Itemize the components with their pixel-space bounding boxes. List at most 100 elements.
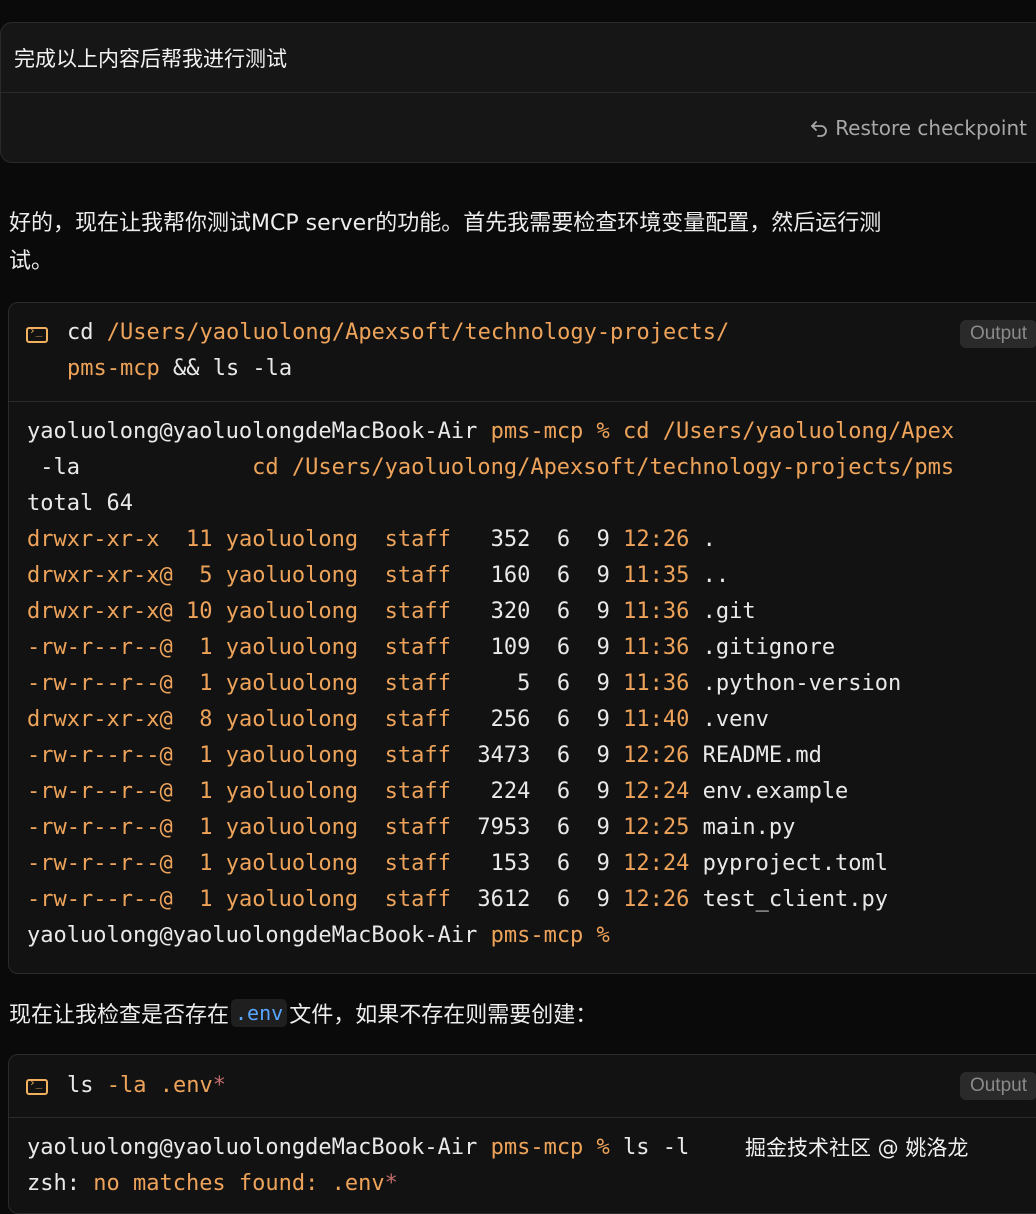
terminal-icon: [26, 1076, 48, 1095]
file-row: drwxr-xr-x@ 5 yaoluolong staff 160 6 9 1…: [27, 558, 1036, 594]
file-links: 1: [185, 851, 213, 876]
output-button[interactable]: Output: [959, 1072, 1036, 1100]
file-links: 1: [185, 815, 213, 840]
file-links: 8: [185, 707, 213, 732]
file-perm: drwxr-xr-x@: [27, 563, 173, 588]
file-perm: drwxr-xr-x@: [27, 599, 173, 624]
file-owner: yaoluolong: [225, 599, 359, 624]
restore-checkpoint-label: Restore checkpoint: [835, 116, 1027, 140]
file-name: test_client.py: [702, 887, 889, 912]
file-time: 11:36: [623, 671, 690, 696]
file-month: 6: [556, 707, 571, 732]
file-perm: -rw-r--r--@: [27, 815, 173, 840]
file-day: 9: [596, 887, 610, 912]
file-perm: -rw-r--r--@: [27, 851, 173, 876]
file-size: 3473: [464, 743, 531, 768]
divider: [1, 92, 1036, 93]
assistant-line: 试。: [9, 249, 54, 274]
file-name: main.py: [702, 815, 796, 840]
file-row: -rw-r--r--@ 1 yaoluolong staff 3612 6 9 …: [27, 882, 1036, 918]
file-group: staff: [384, 527, 451, 552]
file-row: drwxr-xr-x 11 yaoluolong staff 352 6 9 1…: [27, 522, 1036, 558]
file-time: 12:26: [623, 887, 690, 912]
file-size: 160: [464, 563, 531, 588]
file-row: -rw-r--r--@ 1 yaoluolong staff 7953 6 9 …: [27, 810, 1036, 846]
file-row: -rw-r--r--@ 1 yaoluolong staff 3473 6 9 …: [27, 738, 1036, 774]
file-size: 3612: [464, 887, 531, 912]
file-day: 9: [596, 851, 610, 876]
file-day: 9: [596, 527, 610, 552]
output-button[interactable]: Output: [959, 320, 1036, 348]
user-message-text: 完成以上内容后帮我进行测试: [14, 47, 287, 71]
file-links: 10: [185, 599, 213, 624]
output-line: total 64: [27, 491, 133, 516]
file-links: 1: [185, 743, 213, 768]
assistant-line: 好的，现在让我帮你测试MCP server的功能。首先我需要检查环境变量配置，然…: [9, 211, 882, 236]
inline-code: .env: [231, 999, 288, 1027]
file-owner: yaoluolong: [225, 527, 359, 552]
file-owner: yaoluolong: [225, 635, 359, 660]
file-perm: -rw-r--r--@: [27, 887, 173, 912]
file-day: 9: [596, 815, 610, 840]
file-time: 12:26: [623, 743, 690, 768]
file-group: staff: [384, 851, 451, 876]
file-time: 12:26: [623, 527, 690, 552]
file-name: env.example: [702, 779, 849, 804]
file-links: 5: [185, 563, 213, 588]
file-perm: -rw-r--r--@: [27, 779, 173, 804]
file-row: drwxr-xr-x@ 10 yaoluolong staff 320 6 9 …: [27, 594, 1036, 630]
file-row: drwxr-xr-x@ 8 yaoluolong staff 256 6 9 1…: [27, 702, 1036, 738]
file-links: 11: [185, 527, 213, 552]
terminal-output: yaoluolong@yaoluolongdeMacBook-Air pms-m…: [9, 402, 1036, 954]
file-links: 1: [185, 779, 213, 804]
file-perm: drwxr-xr-x: [27, 527, 173, 552]
file-owner: yaoluolong: [225, 815, 359, 840]
terminal-icon: [26, 324, 48, 343]
file-name: .git: [702, 599, 756, 624]
file-day: 9: [596, 635, 610, 660]
file-month: 6: [556, 779, 571, 804]
file-size: 320: [464, 599, 531, 624]
file-owner: yaoluolong: [225, 743, 359, 768]
file-group: staff: [384, 707, 451, 732]
terminal-header: ls -la .env* Output: [9, 1055, 1036, 1118]
terminal-block: cd /Users/yaoluolong/Apexsoft/technology…: [8, 302, 1036, 974]
file-owner: yaoluolong: [225, 671, 359, 696]
assistant-text: 现在让我检查是否存在: [9, 1003, 230, 1028]
file-month: 6: [556, 635, 571, 660]
file-group: staff: [384, 671, 451, 696]
file-time: 12:25: [623, 815, 690, 840]
file-time: 11:35: [623, 563, 690, 588]
file-size: 352: [464, 527, 531, 552]
file-time: 12:24: [623, 779, 690, 804]
file-group: staff: [384, 635, 451, 660]
file-name: ..: [702, 563, 730, 588]
file-day: 9: [596, 563, 610, 588]
file-list: drwxr-xr-x 11 yaoluolong staff 352 6 9 1…: [27, 522, 1036, 918]
file-time: 12:24: [623, 851, 690, 876]
file-month: 6: [556, 527, 571, 552]
file-perm: drwxr-xr-x@: [27, 707, 173, 732]
undo-arrow-icon: [811, 121, 828, 137]
file-size: 7953: [464, 815, 531, 840]
file-owner: yaoluolong: [225, 887, 359, 912]
file-size: 256: [464, 707, 531, 732]
file-owner: yaoluolong: [225, 707, 359, 732]
file-name: .venv: [702, 707, 769, 732]
output-line: zsh: no matches found: .env*: [27, 1171, 398, 1196]
file-group: staff: [384, 887, 451, 912]
file-name: .gitignore: [702, 635, 836, 660]
watermark: 掘金技术社区 @ 姚洛龙: [745, 1136, 969, 1160]
file-month: 6: [556, 743, 571, 768]
restore-checkpoint-button[interactable]: Restore checkpoint: [809, 116, 1027, 140]
assistant-text: 文件，如果不存在则需要创建：: [289, 1003, 598, 1028]
file-row: -rw-r--r--@ 1 yaoluolong staff 5 6 9 11:…: [27, 666, 1036, 702]
file-group: staff: [384, 743, 451, 768]
file-links: 1: [185, 635, 213, 660]
file-day: 9: [596, 599, 610, 624]
output-line: yaoluolong@yaoluolongdeMacBook-Air pms-m…: [27, 923, 610, 948]
output-line: yaoluolong@yaoluolongdeMacBook-Air pms-m…: [27, 419, 955, 444]
file-day: 9: [596, 671, 610, 696]
assistant-paragraph: 好的，现在让我帮你测试MCP server的功能。首先我需要检查环境变量配置，然…: [9, 205, 1036, 281]
file-day: 9: [596, 707, 610, 732]
